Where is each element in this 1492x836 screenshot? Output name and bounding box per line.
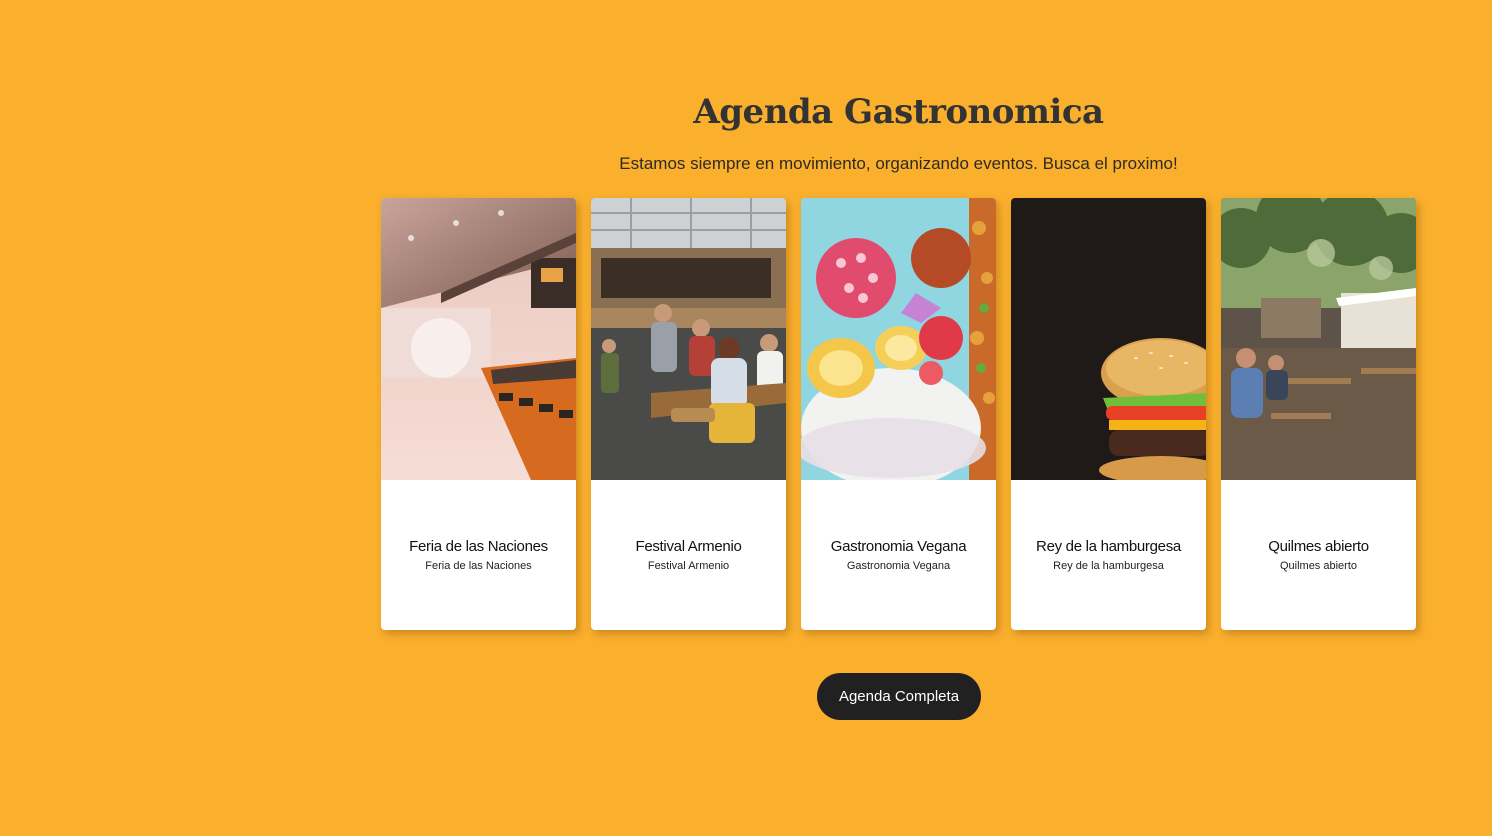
- event-title: Gastronomia Vegana: [830, 538, 967, 555]
- burger-photo: [1011, 198, 1206, 480]
- event-image[interactable]: [801, 198, 996, 480]
- event-card[interactable]: Gastronomia Vegana Gastronomia Vegana: [801, 198, 996, 630]
- event-image[interactable]: [381, 198, 576, 480]
- event-card[interactable]: Rey de la hamburgesa Rey de la hamburges…: [1011, 198, 1206, 630]
- food-court-photo: [381, 198, 576, 480]
- event-title: Feria de las Naciones: [409, 538, 548, 555]
- food-truck-crowd-photo: [591, 198, 786, 480]
- event-cards: Feria de las Naciones Feria de las Nacio…: [381, 198, 1416, 630]
- event-image[interactable]: [1221, 198, 1416, 480]
- event-subtitle: Festival Armenio: [647, 560, 730, 572]
- event-title: Rey de la hamburgesa: [1036, 538, 1181, 555]
- event-subtitle: Quilmes abierto: [1279, 560, 1358, 572]
- full-agenda-button[interactable]: Agenda Completa: [817, 673, 981, 720]
- event-card[interactable]: Festival Armenio Festival Armenio: [591, 198, 786, 630]
- event-title: Festival Armenio: [635, 538, 742, 555]
- event-image[interactable]: [1011, 198, 1206, 480]
- events-section: Agenda Gastronomica Estamos siempre en m…: [381, 0, 1416, 836]
- event-subtitle: Gastronomia Vegana: [846, 560, 951, 572]
- event-title: Quilmes abierto: [1268, 538, 1369, 555]
- event-image[interactable]: [591, 198, 786, 480]
- fruit-bowl-photo: [801, 198, 996, 480]
- event-subtitle: Rey de la hamburgesa: [1053, 560, 1164, 572]
- outdoor-beer-garden-photo: [1221, 198, 1416, 480]
- event-card[interactable]: Feria de las Naciones Feria de las Nacio…: [381, 198, 576, 630]
- section-title: Agenda Gastronomica: [693, 92, 1104, 132]
- event-subtitle: Feria de las Naciones: [425, 560, 532, 572]
- event-card[interactable]: Quilmes abierto Quilmes abierto: [1221, 198, 1416, 630]
- section-subtitle: Estamos siempre en movimiento, organizan…: [619, 154, 1178, 173]
